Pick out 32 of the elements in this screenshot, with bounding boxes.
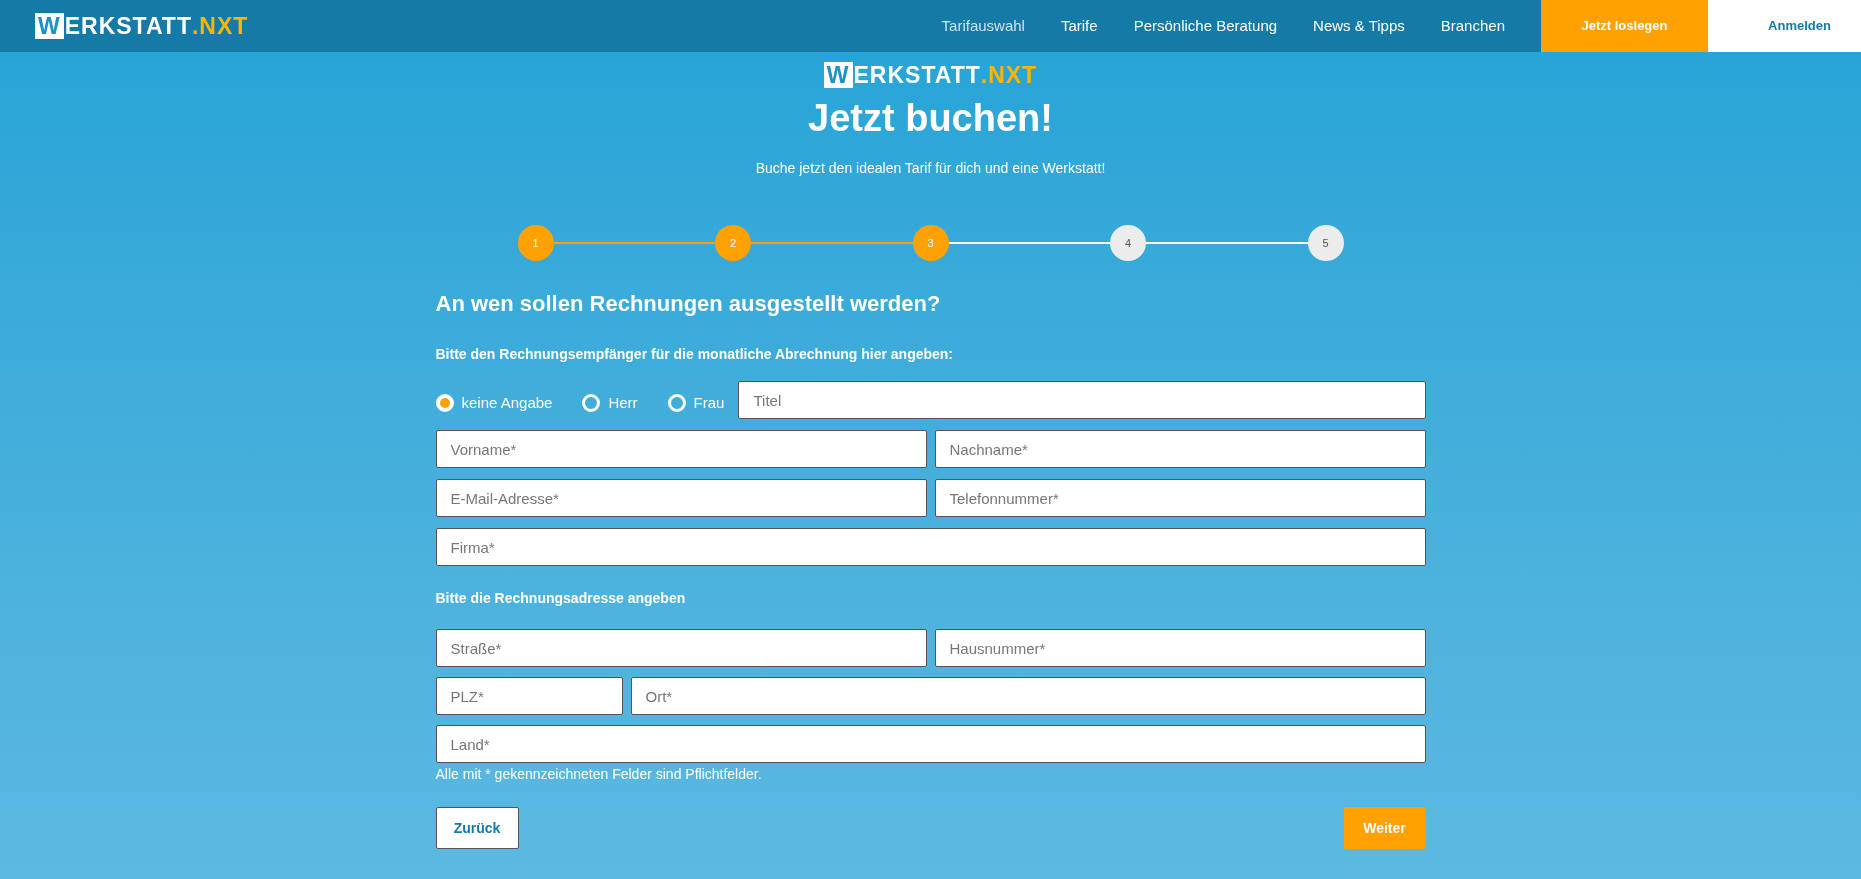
nav-link[interactable]: Persönliche Beratung [1133,14,1278,38]
radio-button[interactable] [667,394,686,412]
input-field[interactable]: Land* [435,725,1426,763]
section-heading: An wen sollen Rechnungen ausgestellt werden? [435,290,942,318]
radio-button[interactable] [435,394,454,412]
input-field[interactable]: Hausnummer* [934,629,1426,667]
radio-button[interactable] [582,394,601,412]
input-field[interactable]: Firma* [435,528,1426,566]
input-field[interactable]: Vorname* [435,430,927,468]
nav-link[interactable]: Branchen [1440,14,1505,38]
required-fields-note: Alle mit * gekennzeichneten Felder sind Pflichtfelder. [435,765,763,784]
input-field[interactable]: Telefonnummer* [934,479,1426,517]
input-field[interactable]: PLZ* [435,677,623,715]
radio-label: Frau [693,392,725,413]
input-field[interactable]: Ort* [630,677,1426,715]
nav-link[interactable]: News & Tipps [1313,14,1405,38]
nav-link[interactable]: Tarifauswahl [941,14,1025,38]
logo: W ERKSTATT.NXT [823,62,1038,88]
input-field[interactable]: E-Mail-Adresse* [435,479,927,517]
input-field[interactable]: Nachname* [934,430,1426,468]
logo: W ERKSTATT.NXT [35,13,249,39]
login-button[interactable]: Anmelden [1708,0,1861,52]
radio-label: Herr [608,392,638,413]
radio-label: keine Angabe [461,392,553,413]
nav-link[interactable]: Tarife [1060,14,1098,38]
instruction-text: Bitte den Rechnungsempfänger für die monatliche Abrechnung hier angeben: [435,345,955,364]
page-subtitle: Buche jetzt den idealen Tarif für dich und eine Werkstatt! [755,159,1106,178]
back-button[interactable]: Zurück [435,807,519,849]
page-title: Jetzt buchen! [808,96,1053,141]
instruction-text: Bitte die Rechnungsadresse angeben [435,589,687,608]
input-field[interactable]: Straße* [435,629,927,667]
title-field[interactable]: Titel [738,381,1426,419]
